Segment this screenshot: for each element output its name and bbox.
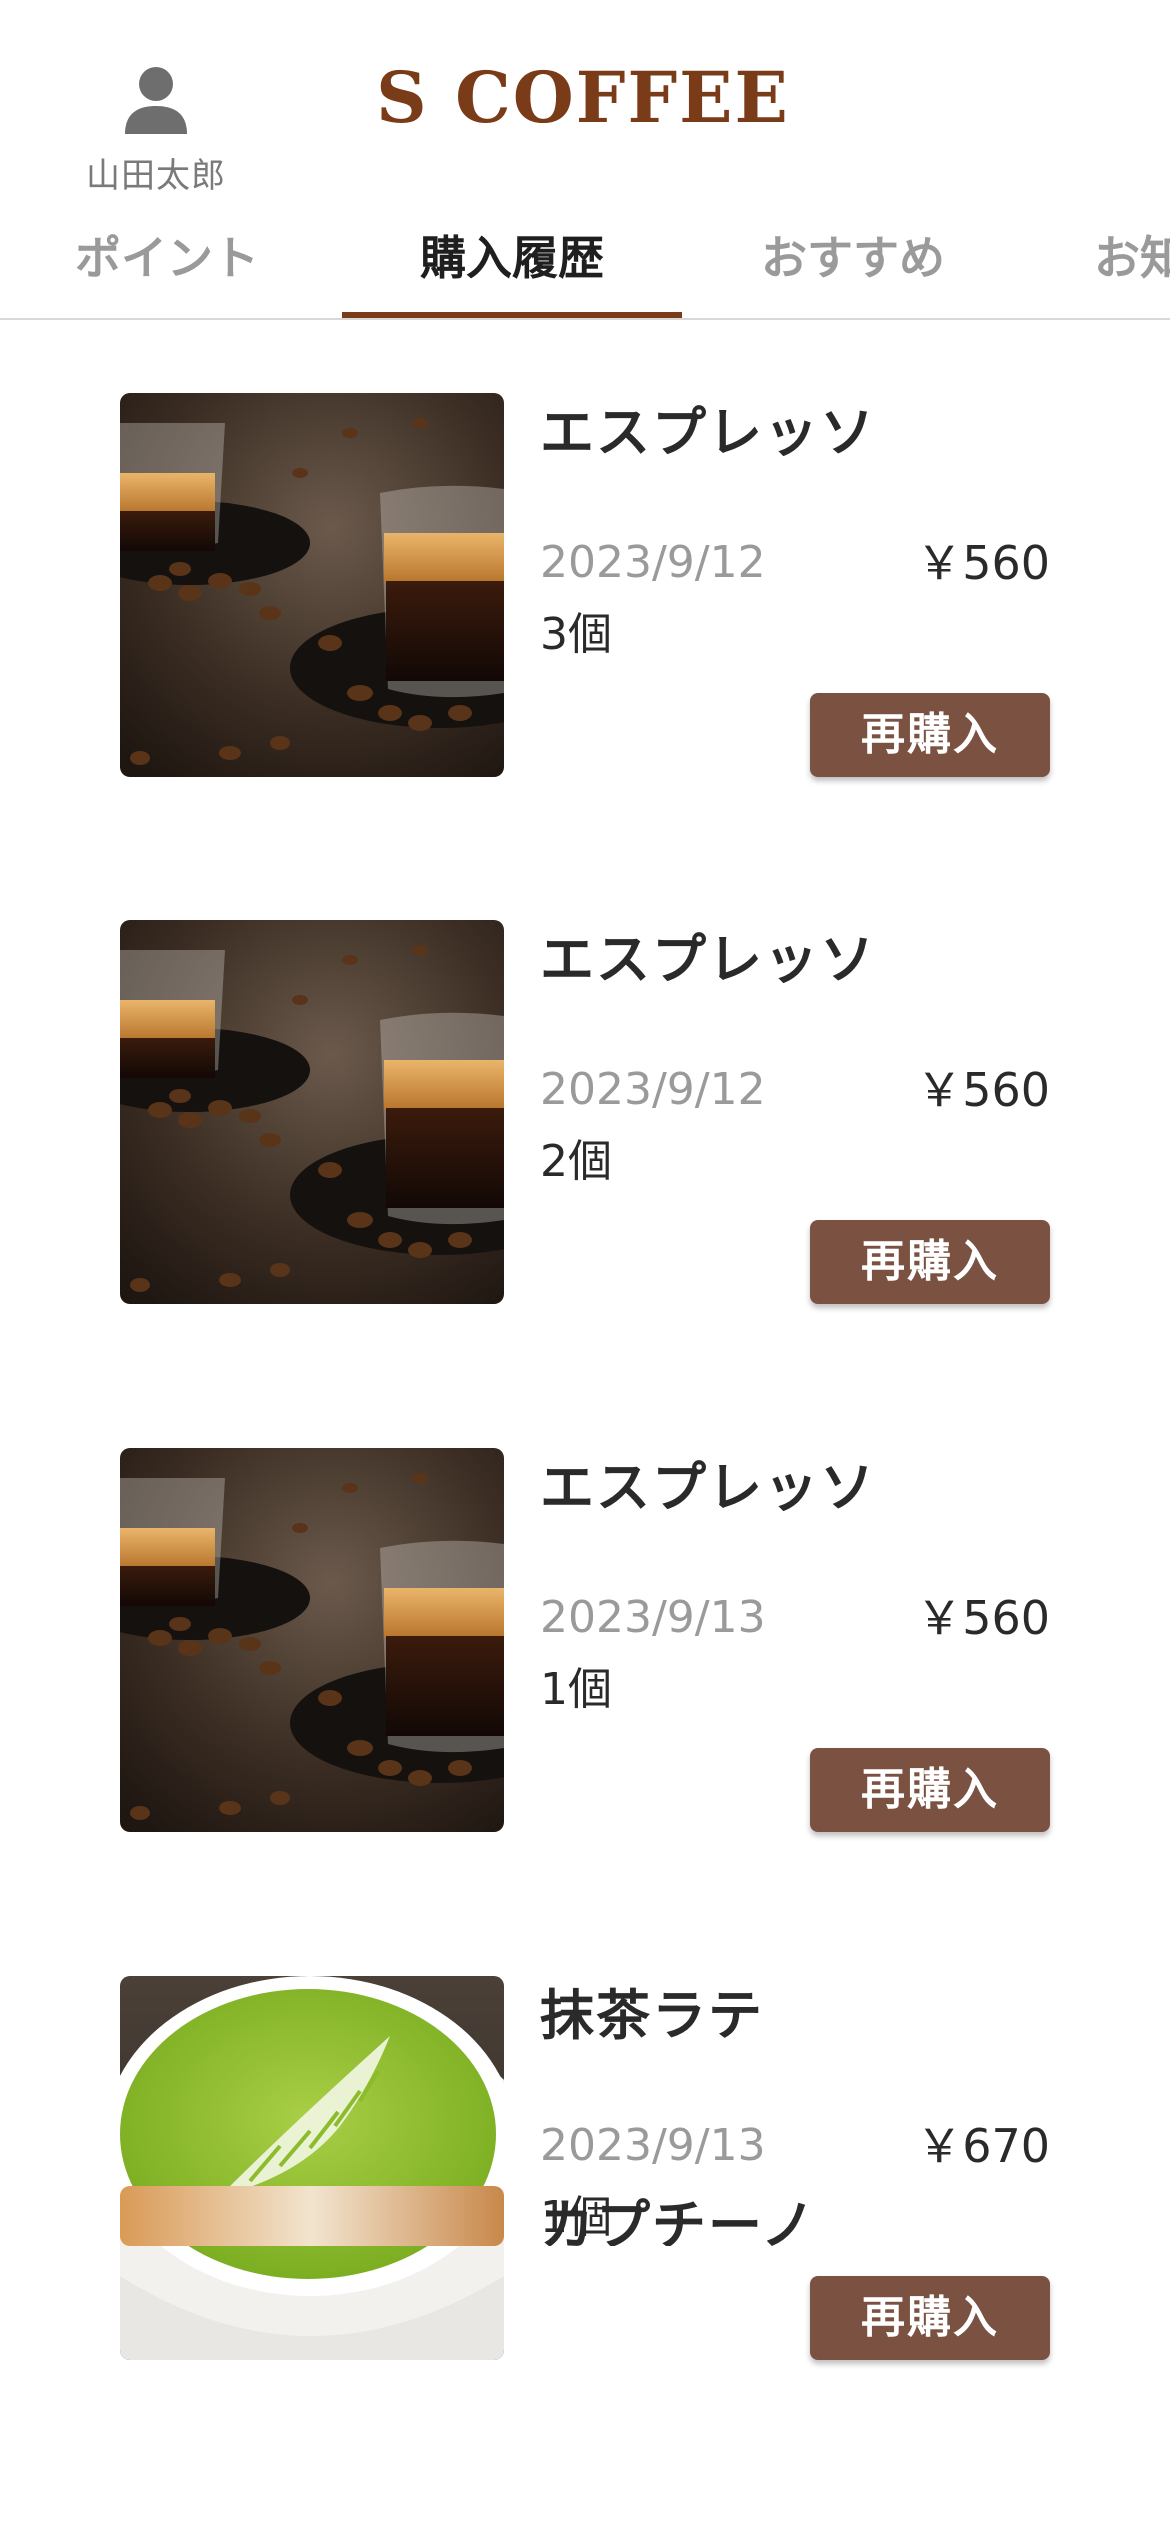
tab-points[interactable]: ポイント (40, 214, 294, 318)
product-image-espresso (120, 393, 504, 777)
app-header: 山田太郎 S COFFEE ポイント 購入履歴 おすすめ お知 (0, 0, 1170, 320)
purchase-date: 2023/9/13 (540, 2120, 766, 2171)
product-image-cappuccino (120, 2186, 504, 2246)
purchase-date: 2023/9/12 (540, 537, 766, 588)
rebuy-button[interactable]: 再購入 (810, 1748, 1050, 1832)
product-image-matcha-latte (120, 1976, 504, 2360)
product-name: エスプレッソ (540, 401, 876, 464)
list-item: エスプレッソ 2023/9/12 ￥560 2個 再購入 (120, 920, 1050, 1304)
tab-bar: ポイント 購入履歴 おすすめ お知 (0, 214, 1170, 320)
product-price: ￥560 (916, 1063, 1050, 1117)
product-name: カプチーノ (540, 2194, 817, 2246)
tab-recommended[interactable]: おすすめ (726, 214, 980, 318)
product-price: ￥670 (916, 2119, 1050, 2173)
tab-news[interactable]: お知 (1094, 214, 1170, 318)
product-name: エスプレッソ (540, 928, 876, 991)
product-price: ￥560 (916, 536, 1050, 590)
rebuy-button[interactable]: 再購入 (810, 1220, 1050, 1304)
purchase-quantity: 2個 (540, 1136, 612, 1187)
user-name: 山田太郎 (86, 156, 226, 196)
purchase-date: 2023/9/13 (540, 1592, 766, 1643)
purchase-quantity: 1個 (540, 1664, 612, 1715)
brand-logo: S COFFEE (0, 56, 1170, 139)
tab-purchase-history[interactable]: 購入履歴 (342, 214, 682, 318)
list-item: 抹茶ラテ 2023/9/13 ￥670 1個 再購入 (120, 1976, 1050, 2360)
list-item: エスプレッソ 2023/9/13 ￥560 1個 再購入 (120, 1448, 1050, 1832)
product-price: ￥560 (916, 1591, 1050, 1645)
purchase-quantity: 3個 (540, 609, 612, 660)
product-name: 抹茶ラテ (540, 1984, 764, 2047)
purchase-date: 2023/9/12 (540, 1064, 766, 1115)
product-image-espresso (120, 1448, 504, 1832)
product-name: エスプレッソ (540, 1456, 876, 1519)
rebuy-button[interactable]: 再購入 (810, 2276, 1050, 2360)
product-image-espresso (120, 920, 504, 1304)
rebuy-button[interactable]: 再購入 (810, 693, 1050, 777)
brand-title: S COFFEE (376, 56, 790, 139)
list-item-partial: カプチーノ (120, 2186, 1050, 2246)
list-item: エスプレッソ 2023/9/12 ￥560 3個 再購入 (120, 393, 1050, 777)
